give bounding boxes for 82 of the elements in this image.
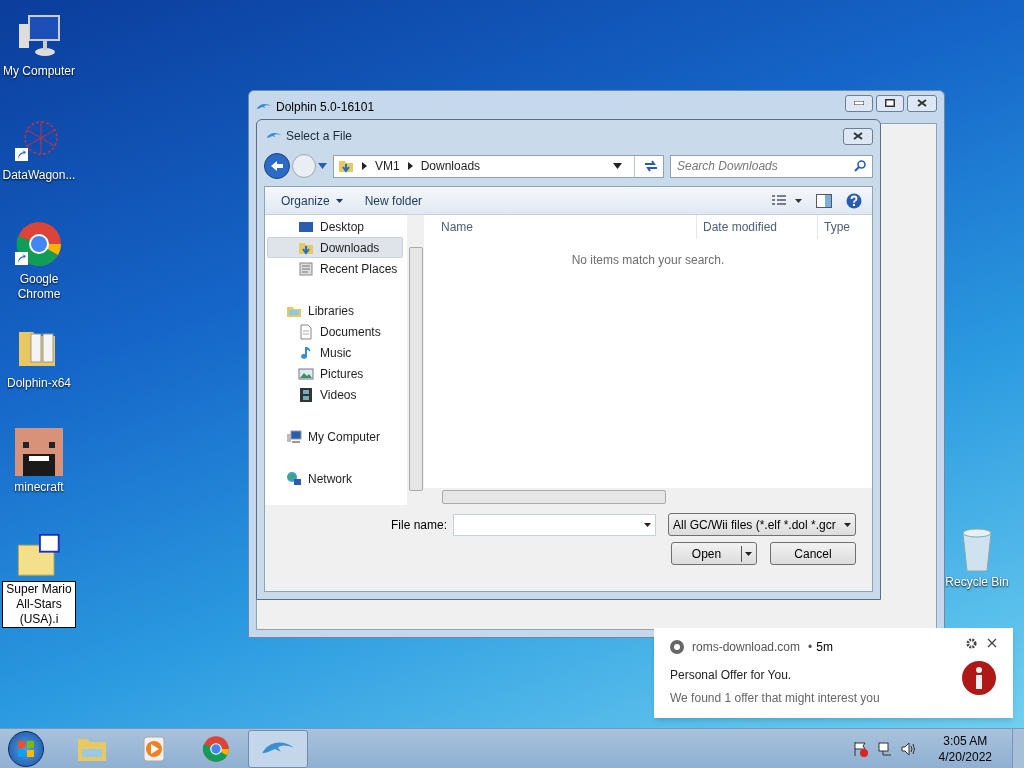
nav-item[interactable]: Pictures	[267, 363, 403, 384]
caret-icon	[844, 522, 851, 527]
maximize-button[interactable]	[876, 94, 904, 112]
breadcrumb-item[interactable]: VM1	[375, 157, 400, 175]
empty-message: No items match your search.	[571, 252, 725, 269]
close-icon	[853, 132, 863, 140]
caret-icon	[644, 522, 651, 527]
nav-item[interactable]: Documents	[267, 321, 403, 342]
network-globe-icon	[286, 470, 302, 487]
open-button[interactable]: Open	[671, 542, 757, 565]
scrollbar-thumb[interactable]	[408, 247, 423, 491]
address-bar[interactable]: VM1 Downloads	[333, 154, 664, 178]
column-header[interactable]: Type	[818, 218, 872, 236]
vertical-scrollbar[interactable]	[407, 215, 424, 505]
window-title: Dolphin 5.0-16101	[276, 99, 375, 116]
close-icon	[917, 99, 927, 107]
preview-pane-icon[interactable]	[816, 193, 832, 208]
toolbar-button[interactable]: Organize	[275, 189, 349, 212]
disc-image-file-icon	[15, 532, 63, 577]
media-player-icon	[140, 734, 168, 763]
start-button[interactable]	[8, 730, 44, 767]
refresh-icon[interactable]	[643, 160, 659, 172]
network-icon[interactable]	[876, 740, 893, 757]
search-icon	[854, 160, 866, 172]
desktop-icon-label[interactable]: Google Chrome	[0, 272, 78, 302]
search-field[interactable]: Search Downloads	[677, 157, 854, 175]
column-header[interactable]: Date modified	[697, 218, 817, 236]
breadcrumb-item[interactable]: Downloads	[420, 157, 481, 175]
notification-time: 5m	[816, 639, 833, 656]
desktop-icon-label[interactable]: My Computer	[0, 64, 78, 79]
nav-item[interactable]: Recent Places	[267, 258, 403, 279]
nav-item[interactable]: Libraries	[267, 300, 403, 321]
field-label: File name:	[390, 516, 447, 534]
separator-dot: •	[808, 639, 813, 656]
blocky-head-icon	[15, 428, 63, 476]
nav-item[interactable]: My Computer	[267, 426, 403, 447]
notification-body: We found 1 offer that might interest you	[670, 690, 880, 707]
close-button[interactable]	[843, 127, 873, 145]
rename-field[interactable]: Super Mario All-Stars (USA).i	[2, 581, 76, 628]
download-folder-icon	[338, 158, 354, 174]
nav-item[interactable]: Music	[267, 342, 403, 363]
settings-icon[interactable]	[966, 637, 977, 649]
picture-icon	[298, 365, 314, 382]
speaker-icon[interactable]	[900, 740, 917, 757]
help-icon[interactable]	[846, 192, 862, 209]
film-strip-icon	[298, 386, 314, 403]
maximize-icon	[885, 99, 895, 107]
notification-title: Personal Offer for You.	[670, 667, 793, 684]
nav-item[interactable]: Downloads	[267, 237, 403, 258]
minimize-icon	[854, 101, 864, 105]
scrollbar-thumb[interactable]	[442, 489, 666, 504]
back-button[interactable]	[264, 153, 290, 179]
dialog-title: Select a File	[286, 128, 353, 145]
minimize-button[interactable]	[845, 94, 873, 112]
close-button[interactable]	[907, 94, 937, 112]
chevron-icon	[362, 162, 367, 170]
horizontal-scrollbar[interactable]	[424, 488, 872, 505]
left-arrow-icon	[270, 160, 284, 172]
cancel-button[interactable]: Cancel	[770, 542, 856, 565]
nav-item[interactable]: Network	[267, 468, 403, 489]
desktop-icon-label[interactable]: DataWagon...	[0, 168, 78, 183]
clock-date[interactable]: 4/20/2022	[938, 748, 992, 765]
view-list-icon[interactable]	[772, 194, 802, 207]
info-icon	[961, 660, 997, 696]
document-icon	[298, 323, 314, 340]
chevron-icon	[407, 162, 413, 170]
close-icon[interactable]	[987, 638, 997, 648]
recent-places-icon	[298, 260, 314, 277]
column-header[interactable]: Name	[424, 218, 696, 236]
search-box[interactable]: Search Downloads	[670, 154, 873, 178]
nav-item[interactable]: Videos	[267, 384, 403, 405]
notification-source: roms-download.com	[692, 639, 801, 656]
toolbar-button[interactable]: New folder	[358, 189, 429, 212]
computer-icon	[286, 428, 302, 445]
windows-logo-icon	[17, 739, 35, 758]
desktop-icon-label[interactable]: minecraft	[0, 480, 78, 495]
nav-item[interactable]: Desktop	[267, 216, 403, 237]
action-center-flag-icon[interactable]	[852, 740, 869, 757]
desktop-icon-label[interactable]: Dolphin-x64	[0, 376, 78, 391]
clock-time[interactable]: 3:05 AM	[943, 732, 988, 749]
file-type-dropdown[interactable]: All GC/Wii files (*.elf *.dol *.gcr	[668, 513, 856, 536]
caret-icon[interactable]	[613, 163, 622, 169]
